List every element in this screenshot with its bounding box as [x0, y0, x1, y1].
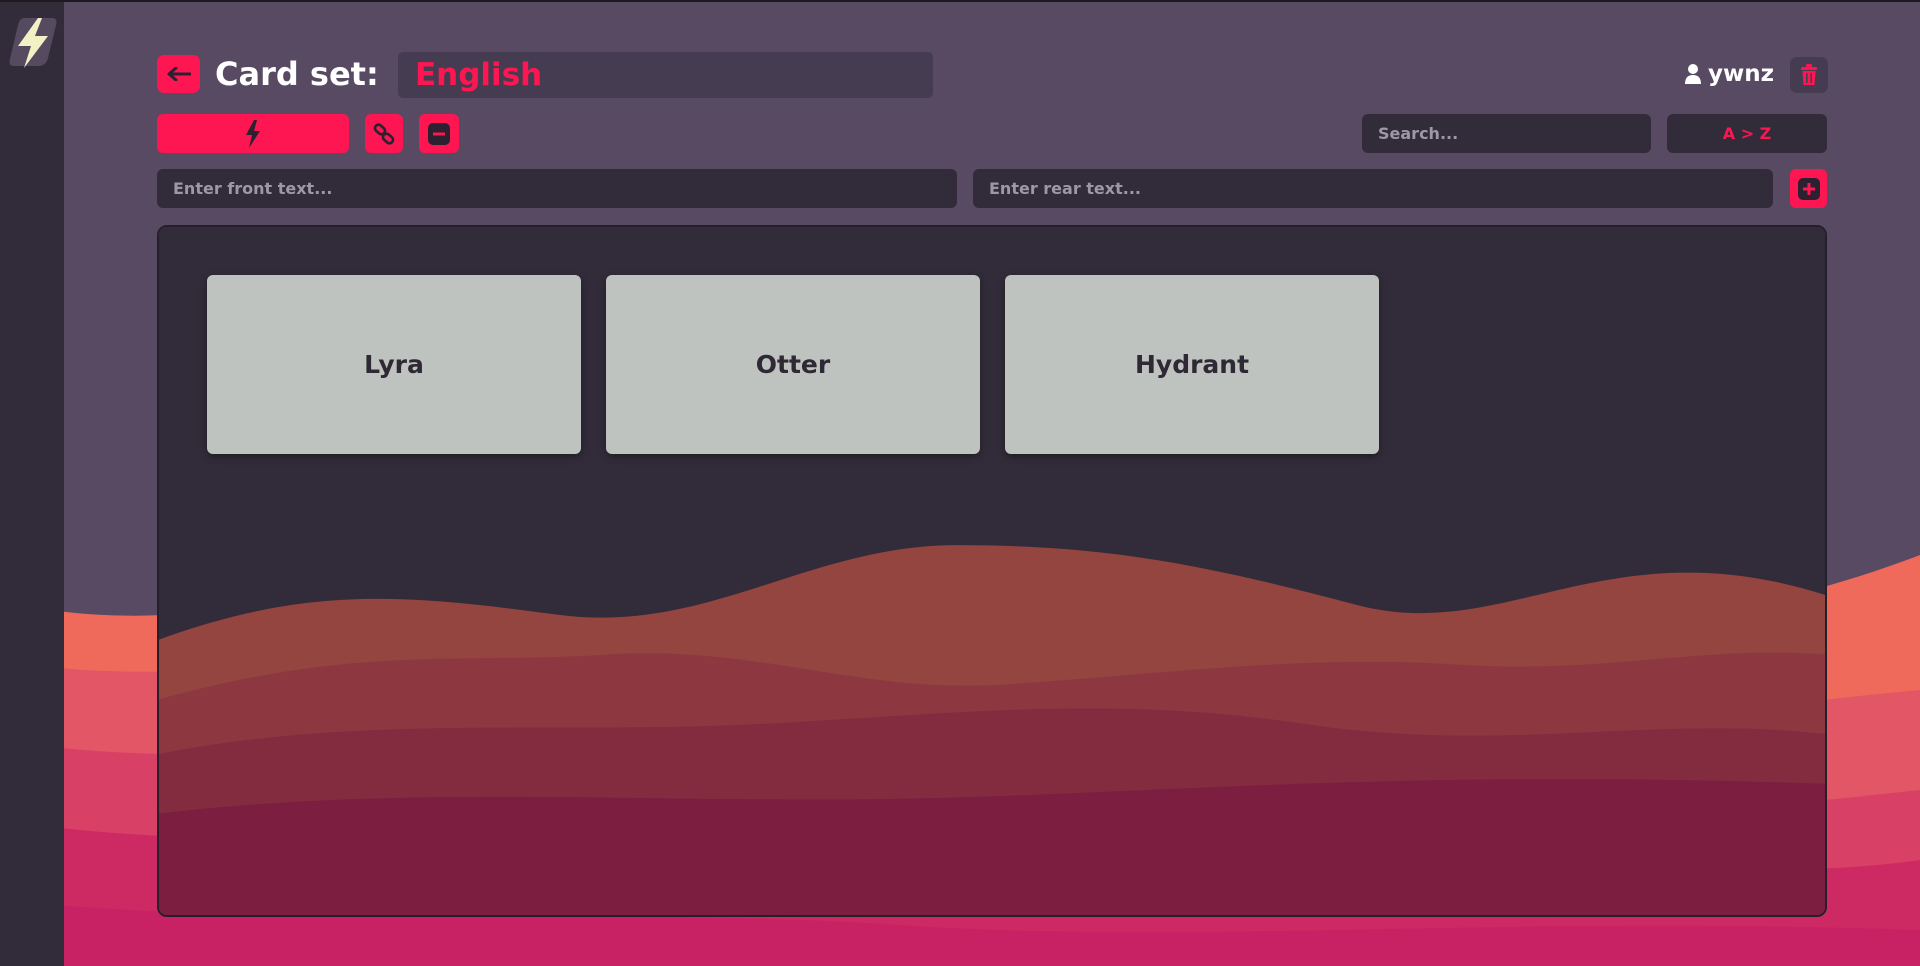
card[interactable]: Otter	[606, 275, 980, 454]
card[interactable]: Lyra	[207, 275, 581, 454]
study-button[interactable]	[157, 114, 349, 153]
add-card-button[interactable]	[1790, 169, 1827, 208]
minus-square-icon	[428, 122, 450, 145]
card-front-text: Lyra	[364, 350, 424, 379]
card-front-text: Hydrant	[1134, 350, 1250, 379]
top-border	[0, 0, 1920, 2]
set-name-input[interactable]	[398, 52, 933, 98]
lightning-logo-icon[interactable]	[8, 14, 58, 70]
user-icon	[1684, 64, 1701, 84]
card[interactable]: Hydrant	[1005, 275, 1379, 454]
user-info: ywnz	[1684, 58, 1774, 90]
plus-square-icon	[1797, 177, 1820, 200]
front-text-input[interactable]	[157, 169, 957, 208]
lightning-icon	[246, 119, 260, 148]
app-page: Card set: ywnz A >	[0, 0, 1920, 966]
link-button[interactable]	[365, 114, 403, 153]
rear-text-input[interactable]	[973, 169, 1773, 208]
page-title: Card set:	[215, 55, 379, 93]
search-input[interactable]	[1362, 114, 1651, 153]
delete-set-button[interactable]	[1790, 57, 1828, 93]
arrow-left-icon	[167, 67, 191, 81]
back-button[interactable]	[157, 55, 200, 93]
trash-icon	[1801, 64, 1817, 85]
card-front-text: Otter	[755, 350, 831, 379]
cards-grid: Lyra Otter Hydrant	[207, 275, 1379, 454]
link-icon	[373, 122, 395, 145]
sidebar	[0, 0, 64, 966]
sort-button[interactable]: A > Z	[1667, 114, 1827, 153]
cards-panel: Lyra Otter Hydrant	[157, 225, 1827, 917]
username: ywnz	[1707, 61, 1774, 87]
remove-button[interactable]	[419, 114, 459, 153]
